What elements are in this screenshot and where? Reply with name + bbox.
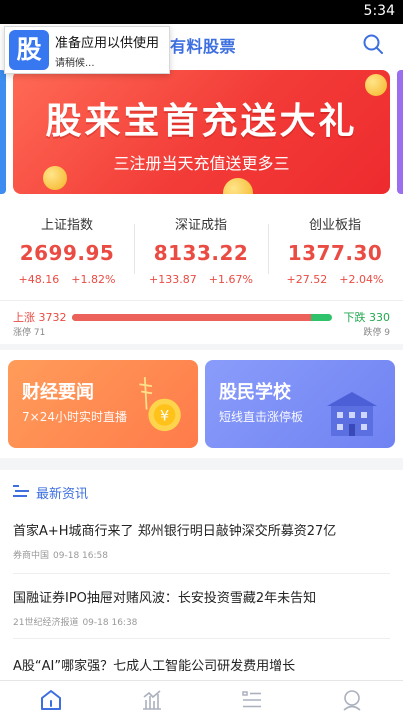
banner-next-peek[interactable] xyxy=(397,70,403,194)
index-change-points: +48.16 xyxy=(18,273,60,286)
index-change-points: +27.52 xyxy=(286,273,328,286)
news-item[interactable]: 国融证券IPO抽屉对赌风波：长安投资雪藏2年未告知 21世纪经济报道 09-18 … xyxy=(13,587,390,639)
feature-subtitle: 7×24小时实时直播 xyxy=(22,410,127,424)
status-bar: 5:34 xyxy=(0,0,403,24)
index-change-percent: +1.82% xyxy=(71,273,116,286)
breadth-ratio-bar xyxy=(72,314,332,321)
index-shenzhen[interactable]: 深证成指 8133.22 +133.87 +1.67% xyxy=(134,214,268,286)
decliners-label: 下跌 330 xyxy=(343,311,391,324)
index-change-percent: +2.04% xyxy=(339,273,384,286)
index-value: 8133.22 xyxy=(153,241,249,265)
money-bag-icon: ¥ xyxy=(139,377,181,432)
market-index-card: 上证指数 2699.95 +48.16 +1.82% 深证成指 8133.22 +… xyxy=(0,204,403,344)
news-item[interactable]: 首家A+H城商行来了 郑州银行明日敲钟深交所募资27亿 券商中国 09-18 16… xyxy=(13,520,390,574)
index-change: +133.87 +1.67% xyxy=(134,273,268,286)
news-title: A股“AI”哪家强？七成人工智能公司研发费用增长 xyxy=(13,659,296,674)
feature-title: 股民学校 xyxy=(219,382,291,403)
index-shanghai[interactable]: 上证指数 2699.95 +48.16 +1.82% xyxy=(0,214,134,286)
news-section-title: 最新资讯 xyxy=(36,487,89,502)
market-breadth: 上涨 3732 下跌 330 涨停 71 跌停 9 xyxy=(0,300,403,340)
news-meta: 券商中国 09-18 16:58 xyxy=(13,548,390,561)
home-icon[interactable] xyxy=(39,688,63,712)
loading-toast: 股 准备应用以供使用 请稍候... xyxy=(4,26,170,74)
advancers-label: 上涨 3732 xyxy=(13,311,67,324)
page-title: 有料股票 xyxy=(170,37,237,56)
school-building-icon xyxy=(327,392,377,436)
news-title: 首家A+H城商行来了 郑州银行明日敲钟深交所募资27亿 xyxy=(13,524,337,539)
finance-news-card[interactable]: 财经要闻 7×24小时实时直播 ¥ xyxy=(8,360,198,448)
toast-title: 准备应用以供使用 xyxy=(55,36,160,51)
index-name: 上证指数 xyxy=(40,218,93,233)
app-logo-icon: 股 xyxy=(9,30,49,70)
news-meta: 21世纪经济报道 09-18 16:38 xyxy=(13,615,390,628)
banner-title: 股来宝首充送大礼 xyxy=(45,101,358,142)
limit-down-label: 跌停 9 xyxy=(363,328,390,338)
list-icon[interactable] xyxy=(240,688,264,712)
index-value: 1377.30 xyxy=(287,241,383,265)
news-title: 国融证券IPO抽屉对赌风波：长安投资雪藏2年未告知 xyxy=(13,591,317,606)
investor-school-card[interactable]: 股民学校 短线直击涨停板 xyxy=(205,360,395,448)
list-lines-icon xyxy=(13,485,29,497)
feature-cards: 财经要闻 7×24小时实时直播 ¥ 股民学校 短线直击涨停板 xyxy=(0,350,403,458)
news-item[interactable]: A股“AI”哪家强？七成人工智能公司研发费用增长 xyxy=(13,655,390,680)
news-time: 09-18 16:58 xyxy=(53,551,108,561)
index-change: +27.52 +2.04% xyxy=(268,273,402,286)
index-change-points: +133.87 xyxy=(149,273,197,286)
index-value: 2699.95 xyxy=(19,241,115,265)
index-change-percent: +1.67% xyxy=(208,273,253,286)
limit-up-label: 涨停 71 xyxy=(13,328,46,338)
news-section: 最新资讯 首家A+H城商行来了 郑州银行明日敲钟深交所募资27亿 券商中国 09-… xyxy=(0,470,403,680)
svg-text:¥: ¥ xyxy=(160,408,169,424)
feature-subtitle: 短线直击涨停板 xyxy=(219,410,304,424)
status-time: 5:34 xyxy=(363,3,395,19)
news-time: 09-18 16:38 xyxy=(82,618,138,628)
index-change: +48.16 +1.82% xyxy=(0,273,134,286)
banner-carousel: 股来宝首充送大礼 三注册当天充值送更多三 xyxy=(0,64,403,204)
index-name: 深证成指 xyxy=(174,218,227,233)
profile-icon[interactable] xyxy=(340,688,364,712)
chart-icon[interactable] xyxy=(140,688,164,712)
feature-title: 财经要闻 xyxy=(22,382,94,403)
search-icon[interactable] xyxy=(361,32,385,56)
bottom-nav xyxy=(0,680,403,717)
banner-subtitle: 三注册当天充值送更多三 xyxy=(113,154,290,173)
coin-icon xyxy=(223,178,253,194)
banner-prev-peek[interactable] xyxy=(0,70,6,194)
news-source: 券商中国 xyxy=(13,551,50,561)
promo-banner[interactable]: 股来宝首充送大礼 三注册当天充值送更多三 xyxy=(13,70,390,194)
breadth-ratio-fill xyxy=(72,314,311,321)
toast-subtitle: 请稍候... xyxy=(55,58,95,69)
index-chinext[interactable]: 创业板指 1377.30 +27.52 +2.04% xyxy=(268,214,402,286)
index-name: 创业板指 xyxy=(308,218,361,233)
news-source: 21世纪经济报道 xyxy=(13,618,79,628)
